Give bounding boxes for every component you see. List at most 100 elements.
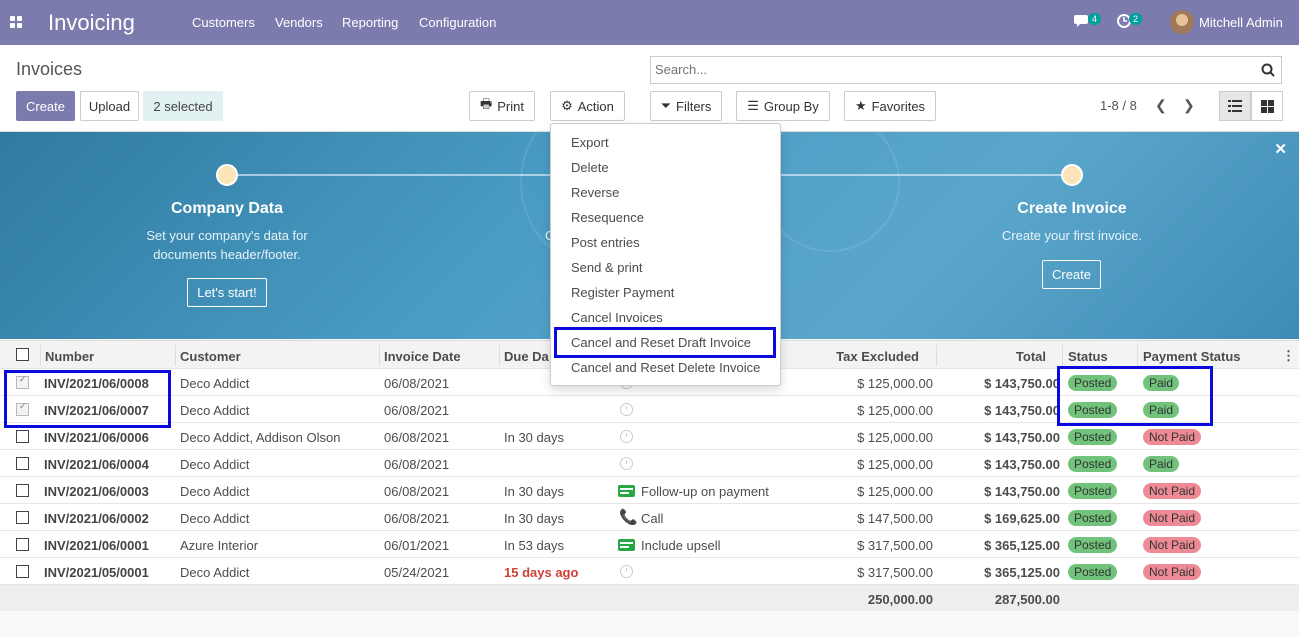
column-header-status[interactable]: Status <box>1068 349 1108 364</box>
table-row[interactable]: INV/2021/06/0001 Azure Interior 06/01/2021… <box>0 531 1299 558</box>
user-name[interactable]: Mitchell Admin <box>1199 15 1283 30</box>
column-header-tax-excluded[interactable]: Tax Excluded <box>800 349 919 364</box>
clock-icon[interactable] <box>620 565 633 578</box>
lets-start-button[interactable]: Let's start! <box>187 278 267 307</box>
search-box[interactable] <box>650 56 1282 84</box>
table-row[interactable]: INV/2021/06/0002 Deco Addict 06/08/2021 In … <box>0 504 1299 531</box>
action-menu-item[interactable]: Delete <box>571 160 609 175</box>
column-header-payment-status[interactable]: Payment Status <box>1143 349 1241 364</box>
select-all-checkbox[interactable] <box>16 348 29 361</box>
payment-status-badge: Not Paid <box>1143 564 1202 580</box>
row-checkbox[interactable] <box>16 538 29 551</box>
favorites-button[interactable]: ★ Favorites <box>844 91 936 121</box>
list-view-icon[interactable] <box>1219 91 1251 121</box>
customer-name: Deco Addict <box>180 376 250 391</box>
upload-button[interactable]: Upload <box>80 91 139 121</box>
invoice-number: INV/2021/06/0006 <box>44 430 149 445</box>
phone-icon[interactable]: 📞 <box>619 508 638 526</box>
due-date: In 30 days <box>504 430 564 445</box>
column-header-invoice-date[interactable]: Invoice Date <box>384 349 461 364</box>
favorites-label: Favorites <box>871 98 926 114</box>
print-label: Print <box>497 98 524 114</box>
invoice-date: 05/24/2021 <box>384 565 450 580</box>
total-value: $ 365,125.00 <box>984 565 1060 580</box>
customer-name: Deco Addict <box>180 511 250 526</box>
menu-customers[interactable]: Customers <box>192 15 255 30</box>
tax-excluded-value: $ 317,500.00 <box>857 565 933 580</box>
action-menu-item[interactable]: Cancel Invoices <box>571 310 663 325</box>
clock-icon[interactable] <box>620 430 633 443</box>
activity-summary[interactable]: Include upsell <box>641 538 721 553</box>
menu-reporting[interactable]: Reporting <box>342 15 398 30</box>
group-by-label: Group By <box>763 98 819 114</box>
tax-excluded-value: $ 125,000.00 <box>857 484 933 499</box>
column-header-total[interactable]: Total <box>960 349 1046 364</box>
group-by-button[interactable]: ☰ Group By <box>736 91 830 121</box>
activity-todo-icon[interactable] <box>618 539 635 551</box>
customer-name: Deco Addict <box>180 403 250 418</box>
filters-label: Filters <box>676 98 712 114</box>
column-header-due-date[interactable]: Due Da <box>504 349 549 364</box>
due-date: In 30 days <box>504 484 564 499</box>
table-row[interactable]: INV/2021/06/0003 Deco Addict 06/08/2021 In … <box>0 477 1299 504</box>
action-menu-item[interactable]: Cancel and Reset Delete Invoice <box>571 360 760 375</box>
print-button[interactable]: 🖶 Print <box>469 91 535 121</box>
row-checkbox[interactable] <box>16 565 29 578</box>
action-menu-item[interactable]: Reverse <box>571 185 619 200</box>
apps-menu-icon[interactable] <box>10 16 22 28</box>
clock-icon[interactable] <box>620 403 633 416</box>
tax-excluded-value: $ 147,500.00 <box>857 511 933 526</box>
activity-summary[interactable]: Follow-up on payment <box>641 484 769 499</box>
row-checkbox[interactable] <box>16 511 29 524</box>
highlight-payment-status <box>1057 366 1213 426</box>
bars-icon: ☰ <box>747 98 759 113</box>
action-menu-item[interactable]: Send & print <box>571 260 643 275</box>
tax-excluded-value: $ 125,000.00 <box>857 457 933 472</box>
activity-summary[interactable]: Call <box>641 511 663 526</box>
filter-icon: ⏷ <box>660 98 671 113</box>
chevron-left-icon[interactable]: ❮ <box>1155 97 1167 114</box>
action-menu-item[interactable]: Resequence <box>571 210 644 225</box>
breadcrumb-title: Invoices <box>16 59 83 79</box>
step-dot <box>1061 164 1083 186</box>
invoice-date: 06/01/2021 <box>384 538 450 553</box>
create-button[interactable]: Create <box>16 91 75 121</box>
total-value: $ 143,750.00 <box>984 403 1060 418</box>
action-menu-item[interactable]: Register Payment <box>571 285 674 300</box>
tax-excluded-value: $ 125,000.00 <box>857 430 933 445</box>
invoice-date: 06/08/2021 <box>384 457 450 472</box>
row-checkbox[interactable] <box>16 430 29 443</box>
clock-icon[interactable] <box>620 457 633 470</box>
search-input[interactable] <box>655 62 1245 77</box>
action-button[interactable]: ⚙ Action <box>550 91 625 121</box>
action-menu-item[interactable]: Post entries <box>571 235 640 250</box>
payment-status-badge: Paid <box>1143 456 1180 472</box>
action-menu-item[interactable]: Export <box>571 135 609 150</box>
column-header-number[interactable]: Number <box>45 349 94 364</box>
filters-button[interactable]: ⏷ Filters <box>650 91 722 121</box>
invoice-number: INV/2021/06/0002 <box>44 511 149 526</box>
optional-columns-icon[interactable]: ⋮ <box>1282 348 1295 364</box>
app-title[interactable]: Invoicing <box>48 10 135 36</box>
table-row[interactable]: INV/2021/05/0001 Deco Addict 05/24/2021 15 … <box>0 558 1299 585</box>
search-icon[interactable] <box>1261 63 1275 77</box>
kanban-view-icon[interactable] <box>1251 91 1283 121</box>
close-icon[interactable]: ✕ <box>1274 140 1287 158</box>
menu-configuration[interactable]: Configuration <box>419 15 496 30</box>
payment-status-badge: Not Paid <box>1143 510 1202 526</box>
table-row[interactable]: INV/2021/06/0006 Deco Addict, Addison Ols… <box>0 423 1299 450</box>
menu-vendors[interactable]: Vendors <box>275 15 323 30</box>
activity-todo-icon[interactable] <box>618 485 635 497</box>
status-badge: Posted <box>1068 537 1118 553</box>
highlight-selected-invoices <box>4 370 171 428</box>
table-row[interactable]: INV/2021/06/0004 Deco Addict 06/08/2021 $ 1… <box>0 450 1299 477</box>
pager-value[interactable]: 1-8 / 8 <box>1100 98 1137 113</box>
invoice-number: INV/2021/06/0004 <box>44 457 149 472</box>
row-checkbox[interactable] <box>16 484 29 497</box>
user-avatar[interactable] <box>1170 10 1194 34</box>
create-invoice-button[interactable]: Create <box>1042 260 1101 289</box>
column-header-customer[interactable]: Customer <box>180 349 241 364</box>
row-checkbox[interactable] <box>16 457 29 470</box>
activities-count-badge: 2 <box>1129 13 1143 25</box>
chevron-right-icon[interactable]: ❯ <box>1183 97 1195 114</box>
